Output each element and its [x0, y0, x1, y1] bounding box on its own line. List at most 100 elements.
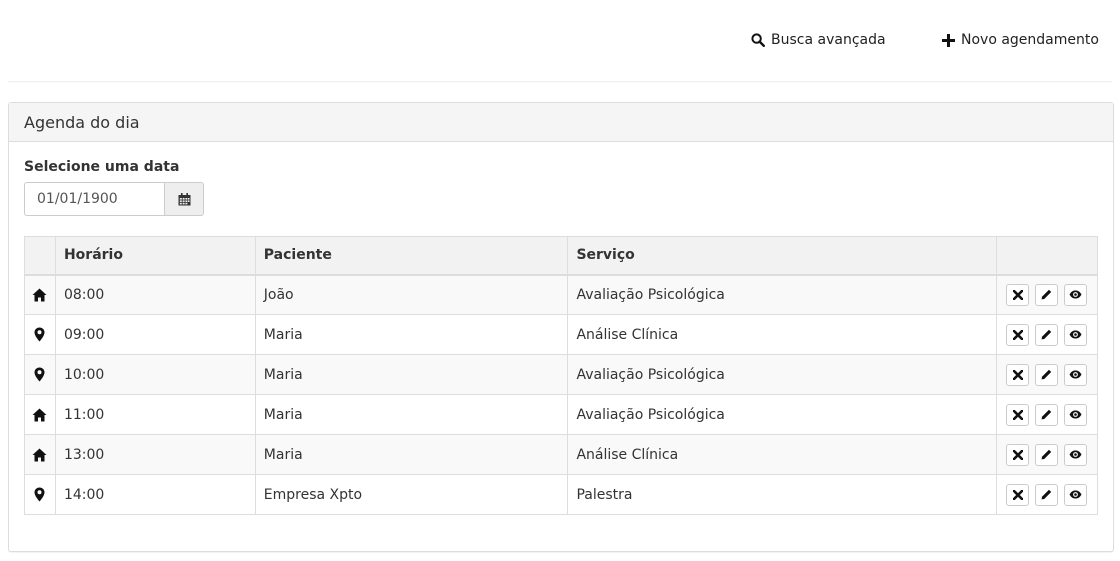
table-row: 13:00 Maria Análise Clínica — [24, 434, 1099, 475]
delete-icon — [1012, 369, 1023, 380]
location-type-cell — [24, 474, 56, 515]
service-cell: Avaliação Psicológica — [567, 394, 997, 435]
column-header-time: Horário — [54, 236, 256, 276]
time-cell: 13:00 — [54, 434, 256, 475]
actions-cell — [995, 474, 1099, 515]
location-type-cell — [24, 394, 56, 435]
date-input[interactable] — [24, 182, 164, 216]
date-label: Selecione uma data — [24, 159, 180, 175]
edit-icon — [1041, 489, 1052, 500]
calendar-icon — [178, 192, 190, 205]
calendar-button[interactable] — [164, 182, 204, 216]
patient-cell: Maria — [254, 354, 569, 395]
edit-icon — [1041, 369, 1052, 380]
time-cell: 14:00 — [54, 474, 256, 515]
view-button[interactable] — [1064, 443, 1088, 466]
edit-icon — [1041, 409, 1052, 420]
column-header-actions — [995, 236, 1099, 276]
date-picker — [24, 182, 204, 216]
appointments-table: Horário Paciente Serviço 08:00 João Avalia… — [24, 236, 1099, 515]
top-navbar: Busca avançada Novo agendamento — [8, 0, 1112, 82]
advanced-search-link[interactable]: Busca avançada — [751, 32, 886, 48]
view-button[interactable] — [1064, 323, 1088, 346]
table-row: 11:00 Maria Avaliação Psicológica — [24, 394, 1099, 435]
patient-cell: João — [254, 274, 569, 315]
actions-cell — [995, 314, 1099, 355]
view-icon — [1069, 410, 1082, 419]
map-marker-icon — [25, 487, 55, 502]
delete-button[interactable] — [1006, 403, 1030, 426]
edit-button[interactable] — [1035, 443, 1059, 466]
new-appointment-link[interactable]: Novo agendamento — [942, 32, 1099, 48]
map-marker-icon — [25, 327, 55, 342]
patient-cell: Empresa Xpto — [254, 474, 569, 515]
home-icon — [25, 288, 55, 302]
panel-title: Agenda do dia — [9, 103, 1113, 142]
delete-icon — [1012, 289, 1023, 300]
edit-button[interactable] — [1035, 283, 1059, 306]
edit-button[interactable] — [1035, 363, 1059, 386]
view-button[interactable] — [1064, 483, 1088, 506]
map-marker-icon — [25, 367, 55, 382]
time-cell: 11:00 — [54, 394, 256, 435]
service-cell: Avaliação Psicológica — [567, 274, 997, 315]
delete-button[interactable] — [1006, 283, 1030, 306]
home-icon — [25, 408, 55, 422]
view-button[interactable] — [1064, 403, 1088, 426]
column-header-icon — [24, 236, 56, 276]
edit-button[interactable] — [1035, 483, 1059, 506]
new-appointment-label: Novo agendamento — [961, 32, 1099, 48]
view-icon — [1069, 330, 1082, 339]
delete-button[interactable] — [1006, 443, 1030, 466]
edit-icon — [1041, 449, 1052, 460]
delete-icon — [1012, 449, 1023, 460]
view-icon — [1069, 370, 1082, 379]
view-icon — [1069, 290, 1082, 299]
table-row: 09:00 Maria Análise Clínica — [24, 314, 1099, 355]
edit-icon — [1041, 289, 1052, 300]
service-cell: Análise Clínica — [567, 314, 997, 355]
location-type-cell — [24, 314, 56, 355]
delete-icon — [1012, 409, 1023, 420]
location-type-cell — [24, 354, 56, 395]
location-type-cell — [24, 274, 56, 315]
actions-cell — [995, 274, 1099, 315]
advanced-search-label: Busca avançada — [771, 32, 886, 48]
actions-cell — [995, 354, 1099, 395]
table-row: 14:00 Empresa Xpto Palestra — [24, 474, 1099, 515]
table-row: 10:00 Maria Avaliação Psicológica — [24, 354, 1099, 395]
patient-cell: Maria — [254, 434, 569, 475]
edit-icon — [1041, 329, 1052, 340]
actions-cell — [995, 434, 1099, 475]
day-agenda-panel: Agenda do dia Selecione uma data Horário… — [8, 102, 1114, 552]
patient-cell: Maria — [254, 314, 569, 355]
table-row: 08:00 João Avaliação Psicológica — [24, 274, 1099, 315]
view-icon — [1069, 490, 1082, 499]
service-cell: Avaliação Psicológica — [567, 354, 997, 395]
view-button[interactable] — [1064, 363, 1088, 386]
delete-button[interactable] — [1006, 363, 1030, 386]
plus-icon — [942, 33, 955, 47]
delete-button[interactable] — [1006, 323, 1030, 346]
patient-cell: Maria — [254, 394, 569, 435]
table-header-row: Horário Paciente Serviço — [24, 236, 1099, 276]
table-body: 08:00 João Avaliação Psicológica 09:00 Maria… — [24, 274, 1099, 515]
column-header-service: Serviço — [567, 236, 997, 276]
time-cell: 10:00 — [54, 354, 256, 395]
delete-icon — [1012, 489, 1023, 500]
column-header-patient: Paciente — [254, 236, 569, 276]
view-button[interactable] — [1064, 283, 1088, 306]
time-cell: 08:00 — [54, 274, 256, 315]
edit-button[interactable] — [1035, 403, 1059, 426]
delete-button[interactable] — [1006, 483, 1030, 506]
search-icon — [751, 33, 765, 47]
time-cell: 09:00 — [54, 314, 256, 355]
service-cell: Palestra — [567, 474, 997, 515]
view-icon — [1069, 450, 1082, 459]
location-type-cell — [24, 434, 56, 475]
edit-button[interactable] — [1035, 323, 1059, 346]
service-cell: Análise Clínica — [567, 434, 997, 475]
actions-cell — [995, 394, 1099, 435]
home-icon — [25, 448, 55, 462]
delete-icon — [1012, 329, 1023, 340]
